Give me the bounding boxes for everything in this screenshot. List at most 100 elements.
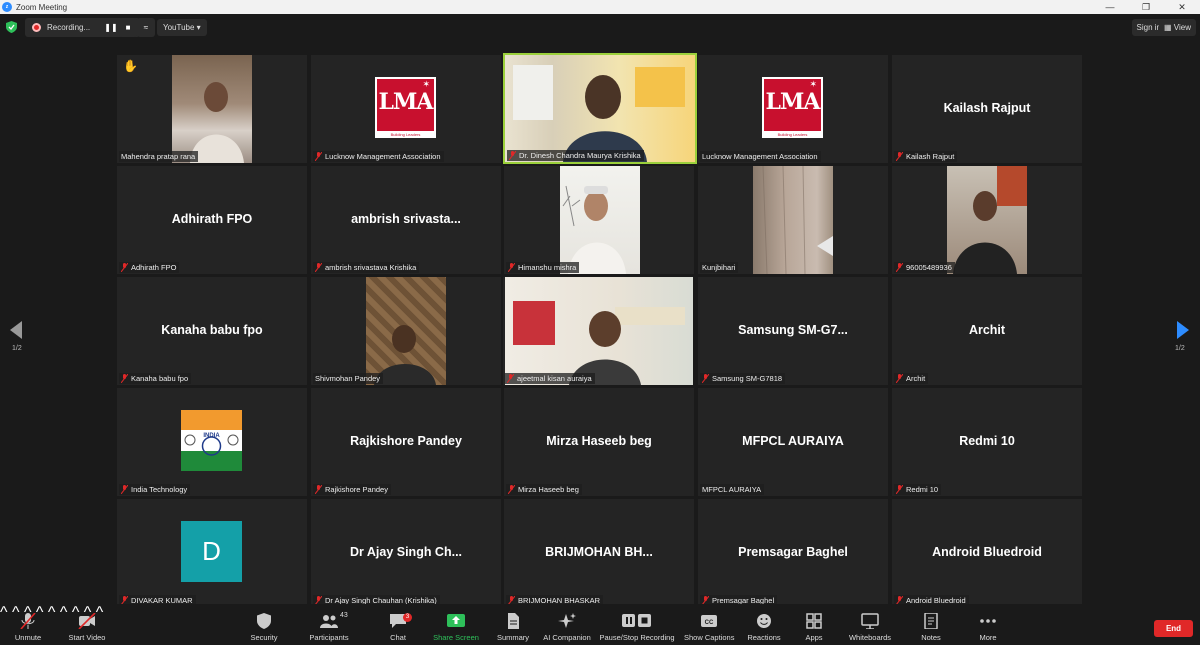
participant-tile[interactable]: Android Bluedroid Android Bluedroid bbox=[892, 499, 1082, 607]
start-video-button[interactable]: Start Video bbox=[62, 604, 112, 645]
participant-tile[interactable]: Archit Archit bbox=[892, 277, 1082, 385]
maximize-icon[interactable]: ❐ bbox=[1128, 0, 1164, 14]
share-options-chevron-icon[interactable]: ^ bbox=[48, 604, 56, 621]
participant-tile[interactable]: Premsagar Baghel Premsagar Baghel bbox=[698, 499, 888, 607]
participant-name: Archit bbox=[906, 374, 926, 383]
audio-options-chevron-icon[interactable]: ^ bbox=[0, 604, 8, 621]
participants-label: Participants bbox=[309, 633, 349, 642]
lma-logo: ✶ LMA Building Leaders bbox=[762, 77, 823, 138]
lma-logo-text: LMA bbox=[765, 89, 821, 115]
more-button[interactable]: More bbox=[974, 604, 1002, 645]
video-frame bbox=[562, 185, 626, 274]
security-button[interactable]: Security bbox=[244, 604, 284, 645]
muted-mic-icon bbox=[121, 485, 128, 494]
minimize-icon[interactable]: — bbox=[1092, 0, 1128, 14]
active-speaker-tile[interactable]: Dr. Dinesh Chandra Maurya Krishika bbox=[503, 53, 697, 164]
shield-icon bbox=[257, 613, 271, 629]
participant-tile[interactable]: Rajkishore Pandey Rajkishore Pandey bbox=[311, 388, 501, 496]
participant-tile[interactable]: Dr Ajay Singh Ch... Dr Ajay Singh Chauha… bbox=[311, 499, 501, 607]
chat-button[interactable]: Chat bbox=[383, 604, 413, 645]
participant-video bbox=[560, 166, 640, 274]
participant-tile[interactable]: BRIJMOHAN BH... BRIJMOHAN BHASKAR bbox=[504, 499, 694, 607]
participant-name-label: Kailash Rajput bbox=[894, 151, 958, 162]
participant-tile[interactable]: MFPCL AURAIYA MFPCL AURAIYA bbox=[698, 388, 888, 496]
zoom-logo-icon: z bbox=[2, 2, 12, 12]
participant-name: Shivmohan Pandey bbox=[315, 374, 381, 383]
participant-tile[interactable]: INDIA India Technology bbox=[117, 388, 307, 496]
recording-label: Recording... bbox=[47, 23, 91, 32]
notes-label: Notes bbox=[921, 633, 941, 642]
participant-display-name: MFPCL AURAIYA bbox=[742, 434, 844, 448]
participant-video bbox=[753, 166, 833, 274]
summary-button[interactable]: Summary bbox=[494, 604, 532, 645]
reactions-button[interactable]: Reactions bbox=[746, 604, 782, 645]
muted-mic-icon bbox=[315, 485, 322, 494]
participant-tile[interactable]: Samsung SM-G7... Samsung SM-G7818 bbox=[698, 277, 888, 385]
live-stream-icon[interactable]: ≈ bbox=[137, 18, 155, 37]
video-frame bbox=[762, 166, 833, 274]
encryption-shield-icon[interactable] bbox=[6, 21, 17, 33]
notes-button[interactable]: Notes bbox=[916, 604, 946, 645]
participant-tile[interactable]: Shivmohan Pandey bbox=[311, 277, 501, 385]
muted-mic-icon bbox=[507, 374, 514, 383]
page-indicator-right: 1/2 bbox=[1175, 345, 1185, 352]
apps-button[interactable]: Apps bbox=[800, 604, 828, 645]
participant-display-name: Mirza Haseeb beg bbox=[546, 434, 652, 448]
meeting-toolbar: Unmute ^ Start Video ^ Security Particip… bbox=[0, 604, 1200, 645]
participant-tile[interactable]: Himanshu mishra bbox=[504, 166, 694, 274]
pause-stop-recording-button[interactable]: Pause/Stop Recording bbox=[598, 604, 676, 645]
participant-name: Redmi 10 bbox=[906, 485, 939, 494]
ai-companion-button[interactable]: AI Companion bbox=[540, 604, 594, 645]
show-captions-button[interactable]: CC Show Captions bbox=[684, 604, 734, 645]
chat-unread-badge: 3 bbox=[403, 613, 412, 622]
participant-tile[interactable]: 96005489936 bbox=[892, 166, 1082, 274]
avatar: D bbox=[181, 521, 242, 582]
share-screen-button[interactable]: Share Screen bbox=[432, 604, 480, 645]
video-frame bbox=[513, 65, 685, 162]
pause-recording-icon[interactable]: ❚❚ bbox=[102, 18, 120, 37]
participant-tile[interactable]: Kunjbihari bbox=[698, 166, 888, 274]
muted-mic-icon bbox=[896, 374, 903, 383]
view-label: View bbox=[1173, 23, 1191, 32]
participant-tile[interactable]: Kanaha babu fpo Kanaha babu fpo bbox=[117, 277, 307, 385]
view-button[interactable]: ▦ View bbox=[1159, 19, 1196, 36]
participant-tile[interactable]: ✶ LMA Building Leaders Lucknow Management … bbox=[311, 55, 501, 163]
participant-name-label: Mirza Haseeb beg bbox=[506, 484, 582, 495]
participant-tile[interactable]: Kailash Rajput Kailash Rajput bbox=[892, 55, 1082, 163]
participant-tile[interactable]: Redmi 10 Redmi 10 bbox=[892, 388, 1082, 496]
close-icon[interactable]: ✕ bbox=[1164, 0, 1200, 14]
youtube-stream-dropdown[interactable]: YouTube ▾ bbox=[157, 19, 207, 36]
participant-name-label: ajeetmal kisan auraiya bbox=[505, 373, 595, 384]
muted-mic-icon bbox=[121, 374, 128, 383]
participant-tile[interactable]: ajeetmal kisan auraiya bbox=[503, 277, 693, 385]
participants-icon bbox=[320, 615, 338, 628]
participant-name: Himanshu mishra bbox=[518, 263, 577, 272]
unmute-button[interactable]: Unmute bbox=[8, 604, 48, 645]
participant-name-label: Samsung SM-G7818 bbox=[700, 373, 786, 384]
participant-tile[interactable]: Mirza Haseeb beg Mirza Haseeb beg bbox=[504, 388, 694, 496]
participant-name: Mirza Haseeb beg bbox=[518, 485, 579, 494]
whiteboards-button[interactable]: Whiteboards bbox=[846, 604, 894, 645]
participant-name: Rajkishore Pandey bbox=[325, 485, 388, 494]
video-frame bbox=[953, 166, 1027, 274]
previous-page-icon[interactable] bbox=[10, 321, 24, 339]
stop-recording-icon[interactable]: ■ bbox=[119, 18, 137, 37]
end-meeting-button[interactable]: End bbox=[1154, 620, 1193, 637]
stream-label: YouTube bbox=[163, 23, 195, 32]
security-label: Security bbox=[250, 633, 278, 642]
video-off-icon bbox=[78, 613, 96, 629]
participant-tile[interactable]: ambrish srivasta... ambrish srivastava K… bbox=[311, 166, 501, 274]
participant-tile[interactable]: ✋ Mahendra pratap rana bbox=[117, 55, 307, 163]
participant-tile[interactable]: Adhirath FPO Adhirath FPO bbox=[117, 166, 307, 274]
participant-name: Adhirath FPO bbox=[131, 263, 177, 272]
participant-name: Kanaha babu fpo bbox=[131, 374, 189, 383]
participant-tile[interactable]: ✶ LMA Building Leaders Lucknow Management … bbox=[698, 55, 888, 163]
next-page-icon[interactable] bbox=[1175, 321, 1189, 339]
participants-button[interactable]: Participants bbox=[306, 604, 352, 645]
participant-display-name: Android Bluedroid bbox=[932, 545, 1042, 559]
record-icon bbox=[32, 23, 41, 32]
participant-tile[interactable]: D DIVAKAR KUMAR bbox=[117, 499, 307, 607]
participant-video bbox=[366, 277, 446, 385]
participant-name-label: MFPCL AURAIYA bbox=[700, 484, 765, 495]
participant-name-label: Mahendra pratap rana bbox=[119, 151, 199, 162]
